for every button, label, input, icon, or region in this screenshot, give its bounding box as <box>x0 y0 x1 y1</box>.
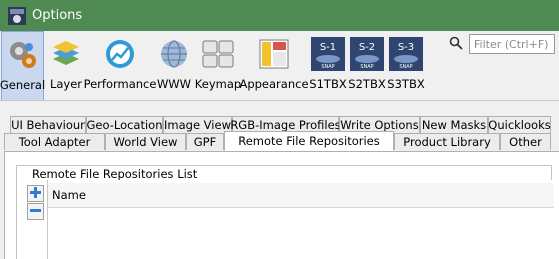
toolbar-item-label: Appearance <box>239 77 309 91</box>
minus-icon <box>29 204 42 220</box>
performance-icon <box>103 37 137 71</box>
svg-text:S-1: S-1 <box>320 42 336 53</box>
window-title: Options <box>32 8 83 23</box>
keyboard-icon <box>201 37 235 71</box>
toolbar-item-general[interactable]: General <box>0 31 46 101</box>
layer-icon <box>49 37 83 71</box>
plus-icon <box>29 186 42 202</box>
tab-remote-file-repositories[interactable]: Remote File Repositories <box>224 131 394 151</box>
toolbar-item-label: Keymap <box>194 77 242 91</box>
tab-tool-adapter[interactable]: Tool Adapter <box>4 133 105 150</box>
toolbar-item-label: Layer <box>49 77 83 91</box>
toolbar-item-label: Performance <box>83 77 157 91</box>
tab-new-masks[interactable]: New Masks <box>420 116 488 133</box>
tab-geo-location[interactable]: Geo-Location <box>86 116 163 133</box>
toolbar-item-label: S2TBX <box>348 77 386 91</box>
column-header-name[interactable]: Name <box>48 183 554 208</box>
svg-text:SNAP: SNAP <box>360 64 373 70</box>
toolbar-item-www[interactable]: WWW <box>156 31 192 101</box>
toolbar-item-performance[interactable]: Performance <box>84 31 156 101</box>
toolbar-divider <box>0 100 559 101</box>
s1-icon: S-1 SNAP <box>311 37 345 71</box>
remove-repository-button[interactable] <box>27 203 44 220</box>
svg-text:S-2: S-2 <box>359 42 375 53</box>
group-title: Remote File Repositories List <box>30 167 200 181</box>
search-icon <box>449 36 463 50</box>
tab-world-view[interactable]: World View <box>105 133 186 150</box>
toolbar-item-s3tbx[interactable]: S-3 SNAP S3TBX <box>387 31 425 101</box>
tab-image-view[interactable]: Image View <box>163 116 232 133</box>
svg-text:S-3: S-3 <box>398 42 414 53</box>
appearance-icon <box>257 37 291 71</box>
svg-text:SNAP: SNAP <box>321 64 334 70</box>
tab-quicklooks[interactable]: Quicklooks <box>488 116 551 133</box>
app-icon <box>8 6 26 25</box>
title-bar: Options <box>0 0 559 31</box>
search-input[interactable] <box>469 34 555 54</box>
toolbar-item-label: S3TBX <box>387 77 425 91</box>
toolbar-item-s1tbx[interactable]: S-1 SNAP S1TBX <box>309 31 347 101</box>
s2-icon: S-2 SNAP <box>350 37 384 71</box>
tab-other[interactable]: Other <box>500 133 551 150</box>
toolbar-item-appearance[interactable]: Appearance <box>239 31 309 101</box>
gear-icon <box>6 38 40 72</box>
tab-ui-behaviour[interactable]: UI Behaviour <box>10 116 86 133</box>
tab-gpf[interactable]: GPF <box>186 133 224 150</box>
toolbar-item-keymap[interactable]: Keymap <box>195 31 241 101</box>
toolbar-item-label: WWW <box>156 77 192 91</box>
toolbar-item-label: S1TBX <box>309 77 347 91</box>
add-repository-button[interactable] <box>27 185 44 202</box>
globe-icon <box>157 37 191 71</box>
s3-icon: S-3 SNAP <box>389 37 423 71</box>
repositories-table[interactable]: Name <box>47 180 554 259</box>
toolbar-item-layer[interactable]: Layer <box>46 31 86 101</box>
toolbar-item-s2tbx[interactable]: S-2 SNAP S2TBX <box>348 31 386 101</box>
svg-text:SNAP: SNAP <box>399 64 412 70</box>
toolbar-item-label: General <box>0 78 46 92</box>
tab-product-library[interactable]: Product Library <box>394 133 500 150</box>
